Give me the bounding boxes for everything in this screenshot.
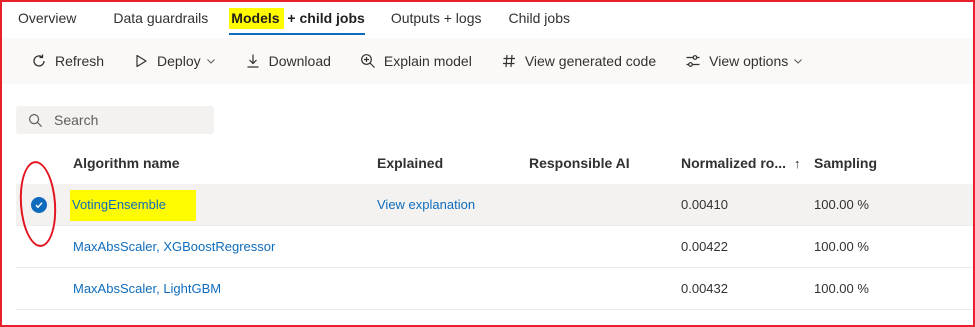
chevron-down-icon (794, 59, 803, 64)
normalized-value: 0.00422 (681, 239, 728, 254)
tab-overview[interactable]: Overview (18, 2, 76, 38)
explain-model-button[interactable]: Explain model (360, 53, 472, 69)
column-header-explained[interactable]: Explained (377, 155, 529, 171)
column-header-normalized[interactable]: Normalized ro... ↑ (681, 155, 814, 171)
view-explanation-link[interactable]: View explanation (377, 197, 475, 212)
toolbar: Refresh Deploy Download Explain model Vi… (2, 38, 973, 84)
row-selected-checkmark-icon[interactable] (31, 197, 47, 213)
normalized-value: 0.00410 (681, 197, 728, 212)
sort-ascending-icon: ↑ (794, 155, 801, 171)
tab-data-guardrails[interactable]: Data guardrails (113, 2, 208, 38)
algorithm-link[interactable]: MaxAbsScaler, XGBoostRegressor (73, 239, 275, 254)
column-header-responsible-ai[interactable]: Responsible AI (529, 155, 681, 171)
options-icon (686, 55, 700, 67)
refresh-icon (33, 54, 45, 67)
normalized-value: 0.00432 (681, 281, 728, 296)
tab-highlight: Models (229, 8, 284, 29)
algorithm-link[interactable]: VotingEnsemble (70, 190, 196, 221)
tab-outputs-logs[interactable]: Outputs + logs (391, 2, 482, 38)
column-header-algorithm[interactable]: Algorithm name (73, 155, 377, 171)
algorithm-link[interactable]: MaxAbsScaler, LightGBM (73, 281, 221, 296)
tab-models-child-jobs[interactable]: Models + child jobs (229, 2, 365, 38)
sampling-value: 100.00 % (814, 239, 869, 254)
models-grid: Algorithm name Explained Responsible AI … (16, 142, 973, 310)
sampling-value: 100.00 % (814, 281, 869, 296)
grid-header: Algorithm name Explained Responsible AI … (16, 142, 973, 184)
search-icon (28, 113, 43, 127)
search-box (16, 106, 214, 134)
view-generated-code-button[interactable]: View generated code (501, 53, 656, 69)
view-options-button[interactable]: View options (685, 53, 803, 69)
column-header-sampling[interactable]: Sampling (814, 155, 934, 171)
table-row[interactable]: MaxAbsScaler, XGBoostRegressor 0.00422 1… (16, 226, 973, 268)
hashtag-icon (502, 54, 515, 68)
chevron-down-icon (206, 59, 215, 64)
download-button[interactable]: Download (245, 53, 331, 69)
zoom-in-icon (360, 54, 375, 68)
tab-child-jobs[interactable]: Child jobs (509, 2, 570, 38)
sampling-value: 100.00 % (814, 197, 869, 212)
search-input[interactable] (54, 112, 204, 128)
refresh-button[interactable]: Refresh (31, 53, 104, 69)
table-row[interactable]: VotingEnsemble View explanation 0.00410 … (16, 159, 973, 249)
tab-bar: Overview Data guardrails Models + child … (2, 2, 973, 38)
deploy-button[interactable]: Deploy (133, 53, 216, 69)
table-row[interactable]: MaxAbsScaler, LightGBM 0.00432 100.00 % (16, 268, 973, 310)
play-icon (136, 54, 147, 68)
download-icon (247, 54, 259, 68)
